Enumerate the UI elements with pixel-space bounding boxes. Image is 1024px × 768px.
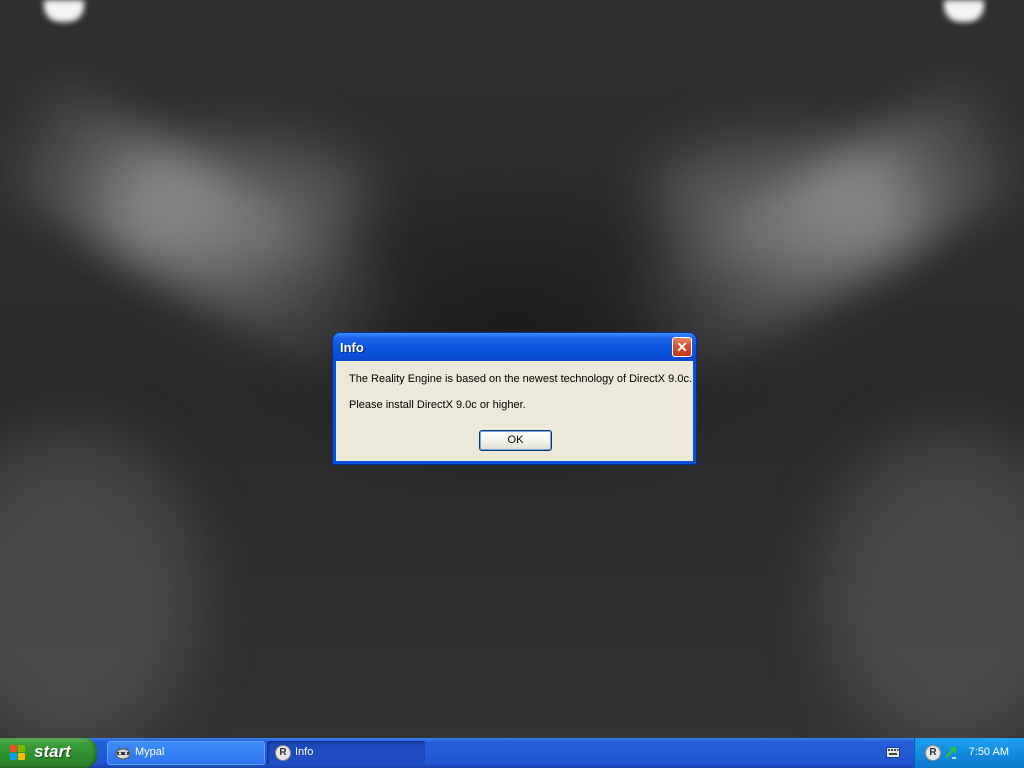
close-icon: ✕ [676, 339, 688, 355]
taskbar-item-info[interactable]: R Info [267, 741, 425, 765]
close-button[interactable]: ✕ [672, 337, 692, 357]
light-haze [0, 430, 200, 738]
spotlight-lamp-right [944, 0, 984, 22]
taskbar-item-mypal[interactable]: Mypal [107, 741, 265, 765]
start-label: start [34, 742, 71, 761]
spotlight-lamp-left [44, 0, 84, 22]
info-dialog: Info ✕ The Reality Engine is based on th… [333, 333, 696, 464]
light-haze [110, 140, 370, 260]
dialog-body: The Reality Engine is based on the newes… [336, 361, 693, 461]
network-arrow-icon[interactable] [943, 745, 959, 761]
start-button[interactable]: start [0, 738, 97, 768]
dialog-title: Info [340, 340, 364, 355]
ok-button[interactable]: OK [479, 430, 552, 451]
taskbar: start Mypal R Info R 7:50 AM [0, 738, 1024, 768]
keyboard-icon[interactable] [886, 747, 900, 758]
reality-engine-r-icon: R [275, 745, 291, 761]
dialog-titlebar[interactable]: Info ✕ [333, 333, 696, 361]
reality-engine-tray-icon[interactable]: R [925, 745, 941, 761]
taskbar-item-label: Info [295, 746, 314, 758]
tray-clock[interactable]: 7:50 AM [969, 746, 1009, 758]
system-tray: R 7:50 AM [914, 738, 1024, 768]
taskbar-item-label: Mypal [135, 746, 165, 758]
light-haze [650, 140, 910, 260]
dialog-message-line-2: Please install DirectX 9.0c or higher. [349, 399, 526, 411]
desktop-wallpaper: Info ✕ The Reality Engine is based on th… [0, 0, 1024, 738]
light-haze [820, 430, 1024, 738]
dialog-message-line-1: The Reality Engine is based on the newes… [349, 373, 693, 385]
mypal-raccoon-icon [115, 747, 131, 760]
windows-logo-icon [10, 745, 26, 761]
